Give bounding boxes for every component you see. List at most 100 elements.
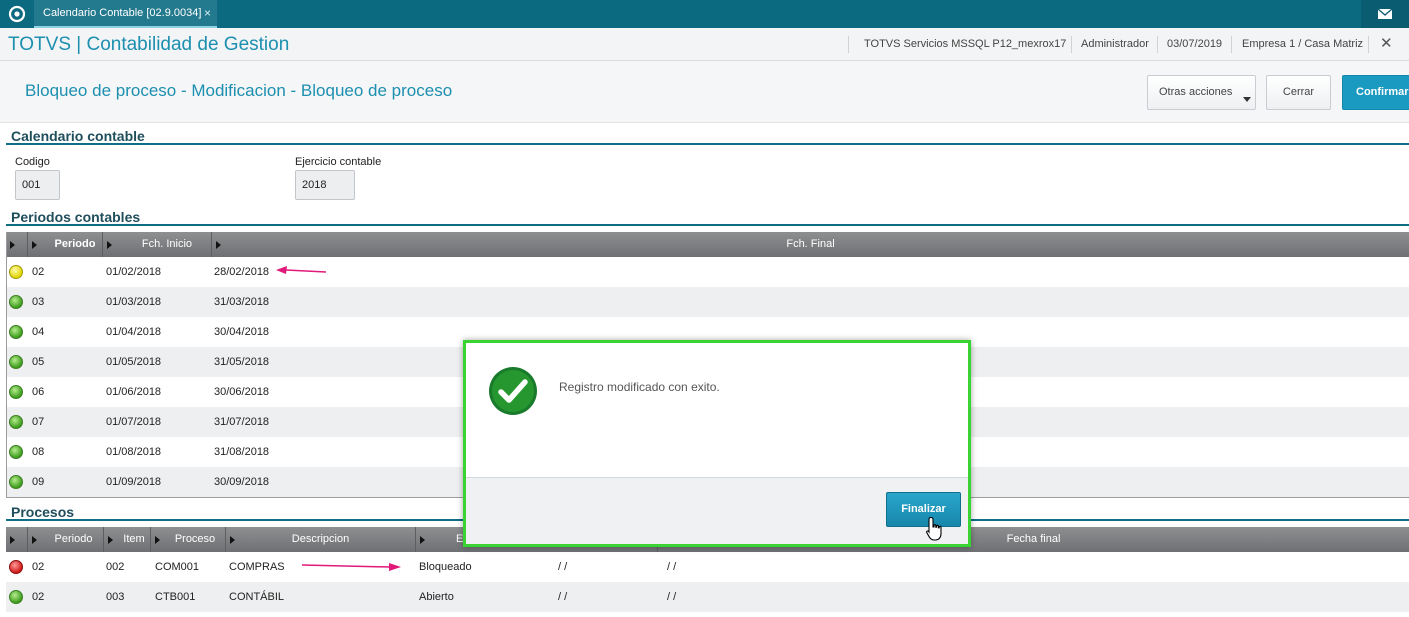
dialog-body: Registro modificado con exito.: [466, 343, 968, 477]
user-label[interactable]: Administrador: [1081, 28, 1149, 61]
sort-arrow-icon: [420, 536, 425, 544]
fch-inicio-cell: 01/06/2018: [106, 386, 162, 398]
table-row[interactable]: 02 003 CTB001 CONTÁBIL Abierto / / / /: [6, 582, 1409, 612]
column-header-item[interactable]: Item: [104, 527, 151, 552]
app-title: TOTVS | Contabilidad de Gestion: [8, 34, 290, 55]
fch-final-cell: 30/04/2018: [214, 326, 270, 338]
tab-close-icon[interactable]: ×: [204, 0, 211, 26]
date-label[interactable]: 03/07/2019: [1167, 28, 1222, 61]
close-icon[interactable]: ✕: [1380, 34, 1393, 52]
mail-icon: [1378, 9, 1392, 19]
status-green-icon: [9, 295, 23, 309]
periodos-grid-header: Periodo Fch. Inicio Fch. Final: [6, 232, 1409, 257]
mail-button[interactable]: [1361, 0, 1409, 28]
section-title: Periodos contables: [11, 209, 141, 225]
fch-inicio-cell: 01/05/2018: [106, 356, 162, 368]
periodo-cell: 04: [32, 326, 45, 338]
fch-final-cell: 31/03/2018: [214, 296, 270, 308]
periodo-cell: 02: [32, 591, 45, 603]
fecha-inicio-cell: / /: [558, 561, 568, 573]
status-green-icon: [9, 415, 23, 429]
descripcion-cell: CONTÁBIL: [229, 591, 285, 603]
fch-final-cell: 31/08/2018: [214, 446, 270, 458]
status-green-icon: [9, 445, 23, 459]
table-row[interactable]: 02 01/02/2018 28/02/2018: [6, 257, 1409, 287]
sort-arrow-icon: [155, 536, 160, 544]
dialog-message: Registro modificado con exito.: [559, 380, 720, 394]
fch-inicio-cell: 01/09/2018: [106, 476, 162, 488]
periodo-cell: 08: [32, 446, 45, 458]
sort-arrow-icon: [107, 241, 112, 249]
check-circle-icon: [489, 367, 537, 415]
section-calendario-contable: Calendario contable: [6, 125, 1409, 145]
otras-acciones-button[interactable]: Otras acciones: [1147, 75, 1256, 110]
ejercicio-field[interactable]: 2018: [295, 170, 355, 200]
status-green-icon: [9, 475, 23, 489]
company-label[interactable]: Empresa 1 / Casa Matriz: [1242, 28, 1363, 61]
column-header-periodo[interactable]: Periodo: [28, 232, 103, 257]
annotation-arrow-icon: [301, 563, 401, 571]
fch-final-cell: 31/07/2018: [214, 416, 270, 428]
sort-arrow-icon: [32, 241, 37, 249]
proceso-cell: COM001: [155, 561, 200, 573]
fch-inicio-cell: 01/03/2018: [106, 296, 162, 308]
page-title: Bloqueo de proceso - Modificacion - Bloq…: [25, 81, 453, 100]
section-periodos-contables: Periodos contables: [6, 206, 1409, 226]
tab-calendario-contable[interactable]: Calendario Contable [02.9.0034] ×: [34, 0, 217, 28]
totvs-logo-icon[interactable]: [8, 5, 26, 23]
periodo-cell: 02: [32, 561, 45, 573]
environment-label[interactable]: TOTVS Servicios MSSQL P12_mexrox17: [864, 28, 1066, 61]
fch-final-cell: 31/05/2018: [214, 356, 270, 368]
column-header-proceso[interactable]: Proceso: [151, 527, 226, 552]
codigo-field[interactable]: 001: [15, 170, 60, 200]
status-column-header[interactable]: [6, 527, 28, 552]
page-toolbar: Bloqueo de proceso - Modificacion - Bloq…: [0, 61, 1409, 123]
periodo-cell: 06: [32, 386, 45, 398]
periodo-cell: 07: [32, 416, 45, 428]
column-header-fch-final[interactable]: Fch. Final: [212, 232, 1409, 257]
fecha-final-cell: / /: [667, 561, 677, 573]
fecha-inicio-cell: / /: [558, 591, 568, 603]
fch-final-cell: 28/02/2018: [214, 266, 270, 278]
success-dialog: Registro modificado con exito. Finalizar: [463, 340, 971, 547]
sort-arrow-icon: [10, 536, 15, 544]
status-yellow-icon: [9, 265, 23, 279]
section-title: Calendario contable: [11, 128, 145, 144]
column-header-fch-inicio[interactable]: Fch. Inicio: [103, 232, 212, 257]
sort-arrow-icon: [10, 241, 15, 249]
fch-inicio-cell: 01/07/2018: [106, 416, 162, 428]
sort-arrow-icon: [108, 536, 113, 544]
header-divider: [1071, 36, 1072, 53]
estado-cell: Bloqueado: [419, 561, 472, 573]
status-green-icon: [9, 325, 23, 339]
status-column-header[interactable]: [6, 232, 28, 257]
otras-acciones-label: Otras acciones: [1159, 86, 1233, 98]
fch-inicio-cell: 01/04/2018: [106, 326, 162, 338]
confirmar-button[interactable]: Confirmar: [1342, 75, 1409, 110]
fecha-final-cell: / /: [667, 591, 677, 603]
table-row[interactable]: 03 01/03/2018 31/03/2018: [6, 287, 1409, 317]
header-divider: [1231, 36, 1232, 53]
column-header-periodo[interactable]: Periodo: [28, 527, 104, 552]
fch-final-cell: 30/09/2018: [214, 476, 270, 488]
fch-inicio-cell: 01/02/2018: [106, 266, 162, 278]
header-divider: [1157, 36, 1158, 53]
header-divider: [848, 36, 849, 53]
tab-label: Calendario Contable [02.9.0034]: [43, 7, 202, 19]
status-green-icon: [9, 385, 23, 399]
ejercicio-label: Ejercicio contable: [295, 156, 382, 168]
cerrar-button[interactable]: Cerrar: [1266, 75, 1331, 110]
column-header-descripcion[interactable]: Descripcion: [226, 527, 416, 552]
item-cell: 003: [106, 591, 125, 603]
status-red-icon: [9, 560, 23, 574]
annotation-arrow-icon: [276, 266, 327, 274]
table-row[interactable]: 02 002 COM001 COMPRAS Bloqueado / / / /: [6, 552, 1409, 582]
item-cell: 002: [106, 561, 125, 573]
fch-inicio-cell: 01/08/2018: [106, 446, 162, 458]
header-divider: [1368, 36, 1369, 53]
app-header: TOTVS | Contabilidad de Gestion TOTVS Se…: [0, 28, 1409, 61]
sort-arrow-icon: [32, 536, 37, 544]
fch-final-cell: 30/06/2018: [214, 386, 270, 398]
finalizar-button[interactable]: Finalizar: [886, 492, 961, 527]
codigo-label: Codigo: [15, 156, 50, 168]
